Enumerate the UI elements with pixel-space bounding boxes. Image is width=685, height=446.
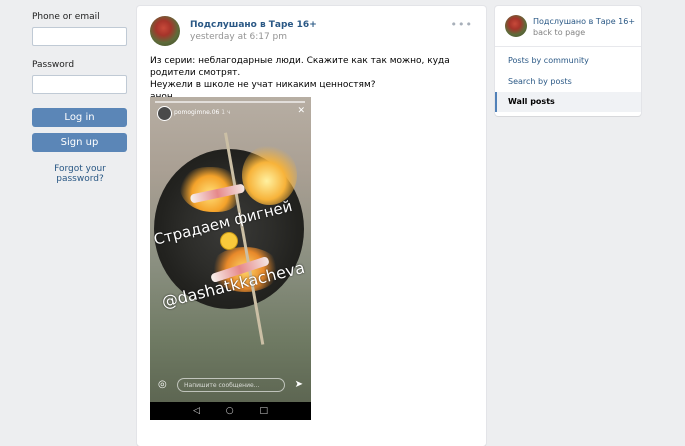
menu-item-wall-posts[interactable]: Wall posts [495,92,641,112]
community-avatar-small[interactable] [505,15,527,37]
menu-divider [495,46,641,47]
story-progress-bar [155,101,305,103]
post-author[interactable]: Подслушано в Тape 16+ [190,20,317,30]
post-text: Из серии: неблагодарные люди. Скажите ка… [150,55,475,103]
password-label: Password [32,60,75,70]
phone-input[interactable] [32,27,127,46]
login-button[interactable]: Log in [32,108,127,127]
close-icon: ✕ [297,106,305,116]
right-menu: Подслушано в Тape 16+ back to page Posts… [495,6,641,116]
phone-label: Phone or email [32,12,100,22]
signup-button[interactable]: Sign up [32,133,127,152]
story-username: pomogimne.06 1 ч [174,109,231,116]
story-message-input: Напишите сообщение... [177,378,285,392]
back-triangle-icon: ◁ [192,406,200,416]
community-avatar[interactable] [150,16,180,46]
laughing-emoji-icon [220,232,238,250]
ellipsis-icon[interactable]: ••• [451,18,473,31]
post-text-line: Неужели в школе не учат никаким ценностя… [150,80,376,90]
home-circle-icon: ○ [225,406,234,416]
phone-navbar: ◁ ○ □ [150,402,311,420]
wall-post: Подслушано в Тape 16+ yesterday at 6:17 … [137,6,486,446]
recent-square-icon: □ [259,406,269,416]
camera-icon: ◎ [158,379,167,390]
login-form: Phone or email Password Log in Sign up F… [32,12,128,184]
menu-item-search-by-posts[interactable]: Search by posts [495,72,641,92]
story-message-bar: ◎ Напишите сообщение... ➤ [156,378,305,394]
password-input[interactable] [32,75,127,94]
community-name-link[interactable]: Подслушано в Тape 16+ [533,17,635,26]
post-photo[interactable]: pomogimne.06 1 ч ✕ Страдаем фигней @dash… [150,97,311,420]
post-time[interactable]: yesterday at 6:17 pm [190,32,287,42]
post-text-line: Из серии: неблагодарные люди. Скажите ка… [150,56,450,78]
story-avatar [157,106,172,121]
menu-item-posts-by-community[interactable]: Posts by community [495,51,641,71]
forgot-password-link[interactable]: Forgot your password? [32,164,128,184]
story-scene: pomogimne.06 1 ч ✕ Страдаем фигней @dash… [150,97,311,402]
back-to-page-link[interactable]: back to page [533,28,585,37]
send-icon: ➤ [294,379,303,390]
